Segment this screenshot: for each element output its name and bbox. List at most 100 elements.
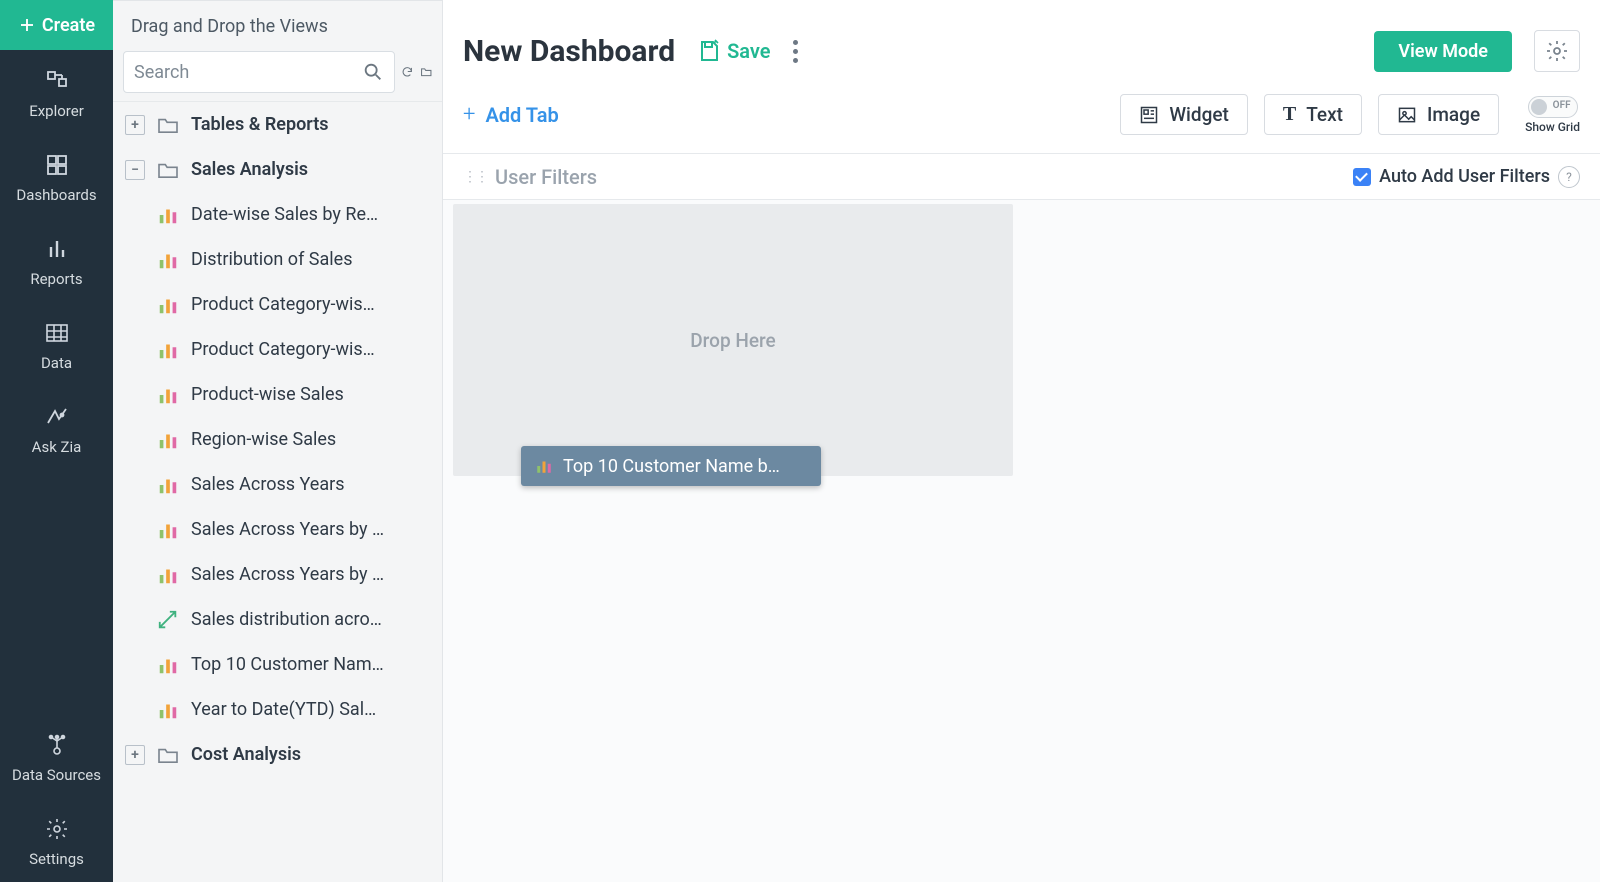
report-item[interactable]: Sales Across Years by … — [113, 552, 442, 597]
explorer-icon — [44, 68, 70, 94]
filter-bar: ⋮⋮ User Filters Auto Add User Filters ? — [443, 154, 1600, 200]
explorer-panel: Drag and Drop the Views + Tables & Report… — [113, 0, 443, 882]
report-item[interactable]: Product Category-wis… — [113, 327, 442, 372]
nav-explorer[interactable]: Explorer — [0, 50, 113, 134]
widget-button[interactable]: Widget — [1120, 94, 1248, 135]
dashboard-canvas[interactable]: Drop Here Top 10 Customer Name b… — [443, 200, 1600, 882]
nav-label: Reports — [30, 270, 82, 288]
settings-button[interactable] — [1534, 30, 1580, 72]
nav-dashboards[interactable]: Dashboards — [0, 134, 113, 218]
folder-label: Cost Analysis — [191, 744, 301, 765]
report-item[interactable]: Sales distribution acro… — [113, 597, 442, 642]
create-button[interactable]: Create — [0, 0, 113, 50]
collapse-icon[interactable]: − — [125, 160, 145, 180]
expand-icon[interactable]: + — [125, 745, 145, 765]
report-item[interactable]: Date-wise Sales by Re… — [113, 192, 442, 237]
text-icon: T — [1283, 103, 1296, 126]
report-label: Sales Across Years by … — [191, 564, 384, 585]
folder-row[interactable]: − Sales Analysis — [113, 147, 442, 192]
folder-label: Tables & Reports — [191, 114, 329, 135]
report-label: Region-wise Sales — [191, 429, 336, 450]
report-label: Distribution of Sales — [191, 249, 353, 270]
chart-icon — [157, 249, 179, 271]
left-nav: Create Explorer Dashboards Reports Data … — [0, 0, 113, 882]
sources-icon — [44, 732, 70, 758]
expand-icon[interactable]: + — [125, 115, 145, 135]
folder-row[interactable]: + Tables & Reports — [113, 102, 442, 147]
add-tab-button[interactable]: + Add Tab — [463, 102, 559, 127]
show-grid-label: Show Grid — [1525, 120, 1580, 134]
drop-zone[interactable]: Drop Here — [453, 204, 1013, 476]
search-input[interactable] — [134, 62, 362, 83]
grip-icon[interactable]: ⋮⋮ — [463, 169, 487, 185]
drop-here-label: Drop Here — [690, 329, 775, 352]
image-button[interactable]: Image — [1378, 94, 1499, 135]
chart-icon — [157, 339, 179, 361]
folder-icon — [157, 746, 179, 764]
search-icon[interactable] — [362, 61, 384, 83]
chart-icon — [157, 429, 179, 451]
nav-settings[interactable]: Settings — [0, 798, 113, 882]
report-item[interactable]: Top 10 Customer Nam… — [113, 642, 442, 687]
reports-icon — [44, 236, 70, 262]
chart-icon — [157, 699, 179, 721]
save-button[interactable]: Save — [697, 39, 770, 63]
report-item[interactable]: Region-wise Sales — [113, 417, 442, 462]
nav-label: Settings — [29, 850, 84, 868]
user-filters-label: User Filters — [495, 165, 1345, 189]
report-label: Product Category-wis… — [191, 339, 375, 360]
main: New Dashboard Save View Mode + Add Tab W… — [443, 0, 1600, 882]
chart-icon — [157, 204, 179, 226]
report-item[interactable]: Product-wise Sales — [113, 372, 442, 417]
report-label: Date-wise Sales by Re… — [191, 204, 378, 225]
report-item[interactable]: Sales Across Years by … — [113, 507, 442, 552]
nav-reports[interactable]: Reports — [0, 218, 113, 302]
text-label: Text — [1306, 103, 1343, 126]
scatter-icon — [157, 609, 179, 631]
search-box[interactable] — [123, 51, 395, 93]
nav-data[interactable]: Data — [0, 302, 113, 386]
refresh-icon[interactable] — [401, 61, 414, 83]
show-grid-toggle[interactable]: OFF — [1528, 96, 1578, 118]
report-item[interactable]: Distribution of Sales — [113, 237, 442, 282]
chart-icon — [157, 294, 179, 316]
drag-preview: Top 10 Customer Name b… — [521, 446, 821, 486]
data-icon — [44, 320, 70, 346]
image-icon — [1397, 105, 1417, 125]
save-icon — [697, 39, 721, 63]
dashboard-header: New Dashboard Save View Mode — [443, 0, 1600, 86]
report-label: Product-wise Sales — [191, 384, 344, 405]
more-menu[interactable] — [793, 36, 813, 66]
tree: + Tables & Reports − Sales Analysis Date-wis… — [113, 102, 442, 882]
folder-icon — [157, 116, 179, 134]
report-item[interactable]: Sales Across Years — [113, 462, 442, 507]
folder-icon — [157, 161, 179, 179]
image-label: Image — [1427, 103, 1480, 126]
report-item[interactable]: Year to Date(YTD) Sal… — [113, 687, 442, 732]
folder-row[interactable]: + Cost Analysis — [113, 732, 442, 777]
report-label: Top 10 Customer Nam… — [191, 654, 384, 675]
dashboards-icon — [44, 152, 70, 178]
nav-data-sources[interactable]: Data Sources — [0, 714, 113, 798]
help-icon[interactable]: ? — [1558, 166, 1580, 188]
add-tab-label: Add Tab — [485, 103, 558, 127]
widget-label: Widget — [1169, 103, 1229, 126]
view-mode-button[interactable]: View Mode — [1374, 31, 1512, 72]
chart-icon — [535, 457, 553, 475]
chart-icon — [157, 474, 179, 496]
folder-label: Sales Analysis — [191, 159, 308, 180]
plus-icon — [18, 16, 36, 34]
auto-add-checkbox[interactable] — [1353, 168, 1371, 186]
search-row — [113, 51, 442, 102]
text-button[interactable]: T Text — [1264, 94, 1362, 135]
new-folder-icon[interactable] — [420, 61, 433, 83]
toolbar: + Add Tab Widget T Text Image OFF Show G… — [443, 86, 1600, 154]
widget-icon — [1139, 105, 1159, 125]
nav-label: Data — [41, 354, 72, 372]
report-label: Sales Across Years by … — [191, 519, 384, 540]
nav-label: Data Sources — [12, 766, 101, 784]
plus-icon: + — [463, 102, 475, 127]
panel-header: Drag and Drop the Views — [113, 1, 442, 51]
nav-ask-zia[interactable]: Ask Zia — [0, 386, 113, 470]
report-item[interactable]: Product Category-wis… — [113, 282, 442, 327]
